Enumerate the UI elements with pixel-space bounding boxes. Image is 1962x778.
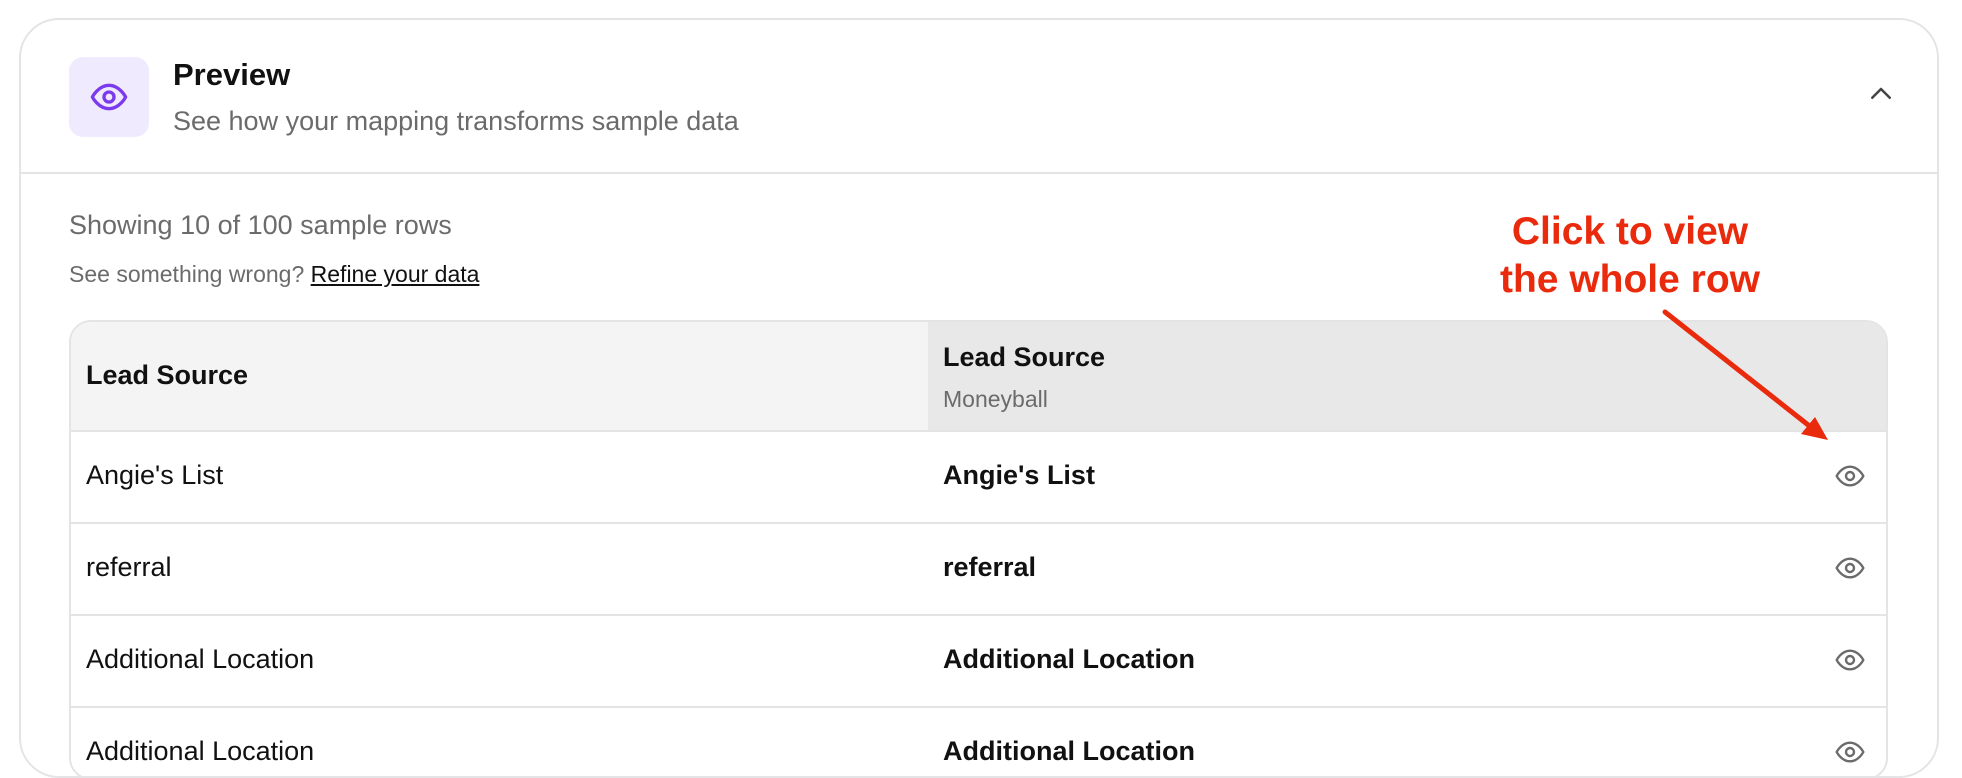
table-row[interactable]: referral referral	[71, 524, 1886, 616]
target-cell: referral	[943, 552, 1037, 582]
refine-data-link[interactable]: Refine your data	[311, 261, 480, 287]
eye-icon[interactable]	[1833, 459, 1867, 493]
preview-subtitle: See how your mapping transforms sample d…	[173, 106, 739, 136]
annotation-callout: Click to view the whole row	[1470, 208, 1790, 304]
refine-prompt: See something wrong? Refine your data	[69, 261, 479, 288]
source-column-label: Lead Source	[86, 360, 249, 390]
annotation-line-2: the whole row	[1499, 258, 1760, 301]
eye-icon[interactable]	[1833, 735, 1867, 769]
eye-icon	[69, 57, 149, 137]
eye-icon[interactable]	[1833, 551, 1867, 585]
target-cell: Additional Location	[943, 736, 1195, 766]
preview-table: Lead Source Lead Source Moneyball Angie'…	[69, 320, 1888, 776]
target-column-header: Lead Source Moneyball	[928, 322, 1886, 430]
source-cell: Additional Location	[86, 736, 315, 766]
preview-header[interactable]: Preview See how your mapping transforms …	[21, 20, 1937, 174]
annotation-line-1: Click to view	[1511, 210, 1749, 253]
preview-card: Preview See how your mapping transforms …	[19, 18, 1939, 778]
source-cell: Additional Location	[86, 644, 315, 674]
target-cell: Angie's List	[943, 460, 1095, 490]
refine-prompt-text: See something wrong?	[69, 261, 305, 287]
target-column-label: Lead Source	[943, 342, 1106, 372]
table-row[interactable]: Additional Location Additional Location	[71, 708, 1886, 776]
preview-title: Preview	[173, 57, 291, 92]
eye-icon[interactable]	[1833, 643, 1867, 677]
table-row[interactable]: Angie's List Angie's List	[71, 432, 1886, 524]
target-cell: Additional Location	[943, 644, 1195, 674]
source-column-header: Lead Source	[71, 322, 928, 430]
target-column-sublabel: Moneyball	[943, 386, 1048, 412]
source-cell: Angie's List	[86, 460, 224, 490]
collapse-button[interactable]	[1861, 76, 1901, 116]
sample-count-text: Showing 10 of 100 sample rows	[69, 210, 452, 240]
chevron-up-icon	[1866, 79, 1896, 114]
source-cell: referral	[86, 552, 172, 582]
table-row[interactable]: Additional Location Additional Location	[71, 616, 1886, 708]
table-header: Lead Source Lead Source Moneyball	[71, 322, 1886, 432]
